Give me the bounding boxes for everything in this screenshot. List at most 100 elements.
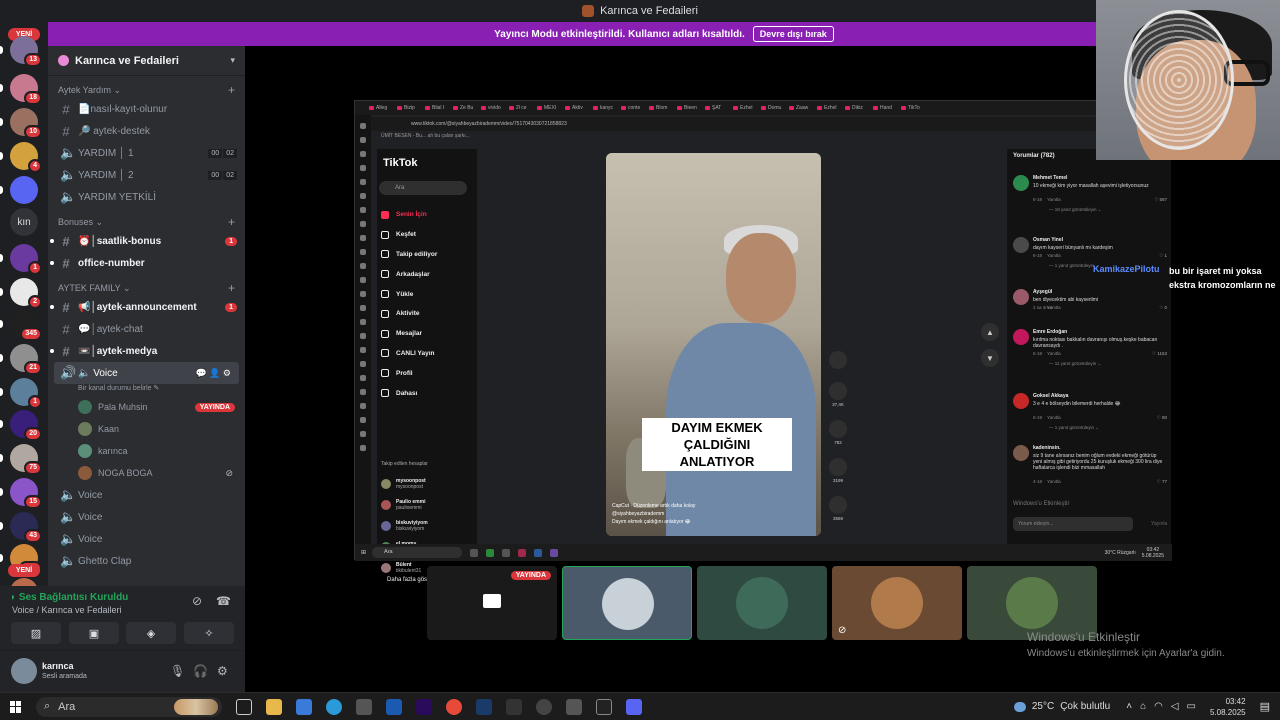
- voice-channel[interactable]: 🔈 YARDIM │ 2 00 02: [48, 164, 245, 186]
- voice-channel[interactable]: 🔈 Voice: [48, 528, 245, 550]
- microphone-icon[interactable]: 🎙: [170, 664, 185, 678]
- server-icon[interactable]: 21: [10, 344, 42, 375]
- nav-icon: [381, 329, 389, 338]
- server-icon[interactable]: 20: [10, 410, 42, 441]
- server-icon[interactable]: 1: [10, 244, 42, 275]
- outlook-icon[interactable]: [386, 698, 402, 715]
- voice-member[interactable]: Kaan: [48, 418, 245, 440]
- camera-button[interactable]: ▨: [11, 622, 61, 644]
- text-channel[interactable]: # office-number: [48, 252, 245, 274]
- server-icon[interactable]: [10, 176, 38, 204]
- guild-header[interactable]: Karınca ve Fedaileri ▾: [48, 46, 245, 76]
- voice-channel[interactable]: 🔈 Voice: [48, 484, 245, 506]
- copilot-icon[interactable]: [296, 698, 312, 715]
- text-channel[interactable]: # 🔎 aytek-destek: [48, 120, 245, 142]
- channel-category[interactable]: Bonuses ⌄ +: [48, 214, 245, 230]
- voice-location[interactable]: Voice / Karınca ve Fedaileri: [12, 605, 122, 615]
- channel-category[interactable]: AYTEK FAMILY ⌄ +: [48, 280, 245, 296]
- discord-icon[interactable]: [626, 698, 642, 715]
- notification-icon[interactable]: ▤: [1260, 700, 1270, 713]
- server-icon[interactable]: 345: [10, 310, 42, 341]
- server-icon[interactable]: 15: [10, 478, 42, 509]
- epic-games-icon[interactable]: [596, 698, 612, 715]
- server-icon[interactable]: 2: [10, 278, 42, 309]
- voice-member[interactable]: Pala Muhsin YAYINDA: [48, 396, 245, 418]
- tab-label: Domu: [768, 105, 782, 111]
- chevron-down-icon[interactable]: ▾: [230, 55, 235, 66]
- participant-tile[interactable]: [697, 566, 827, 640]
- battery-icon[interactable]: ▭: [1187, 701, 1196, 712]
- voice-channel[interactable]: 🔈 YARDIM │ 1 00 02: [48, 142, 245, 164]
- add-channel-icon[interactable]: +: [228, 215, 235, 229]
- browser-tab: conte: [621, 105, 645, 111]
- network-icon[interactable]: ⌂: [1140, 701, 1146, 712]
- activity-button[interactable]: ◈: [126, 622, 176, 644]
- server-icon[interactable]: 18: [10, 74, 42, 105]
- voice-member[interactable]: NOGA BOGA ⊘: [48, 462, 245, 484]
- server-icon[interactable]: kın: [10, 208, 38, 236]
- taskbar-clock[interactable]: 03:42 5.08.2025: [1210, 696, 1246, 718]
- participant-tile[interactable]: YAYINDA: [427, 566, 557, 640]
- windows-start-icon[interactable]: [10, 700, 22, 713]
- obs-icon[interactable]: [536, 698, 552, 715]
- steam-icon[interactable]: [476, 698, 492, 715]
- add-channel-icon[interactable]: +: [228, 281, 235, 295]
- shared-screen[interactable]: Alleg Bizip Bilal I Ze Bu vivido 2l ce MEXI Akt…: [354, 100, 1172, 583]
- text-channel[interactable]: # 📢│aytek-announcement 1: [48, 296, 245, 318]
- disconnect-icon[interactable]: ☎: [216, 594, 231, 608]
- participant-tile[interactable]: ⊘: [832, 566, 962, 640]
- active-voice-channel[interactable]: 🔊 🔈 Voice 💬 👤 ⚙: [54, 362, 239, 384]
- soundboard-button[interactable]: ✧: [184, 622, 234, 644]
- chevron-up-icon[interactable]: ˄: [1126, 701, 1132, 712]
- nav-label: Dahası: [396, 389, 418, 397]
- voice-channel[interactable]: 🔈 Voice: [48, 506, 245, 528]
- noise-suppression-icon[interactable]: ⊘: [192, 594, 202, 608]
- tab-favicon-icon: [873, 106, 878, 110]
- system-tray[interactable]: ˄ ⌂ ◠ ◁ ▭: [1126, 701, 1196, 712]
- server-icon[interactable]: 13: [10, 36, 42, 67]
- screen-share-button[interactable]: ▣: [69, 622, 119, 644]
- channel-category[interactable]: Aytek Yardım ⌄ +: [48, 82, 245, 98]
- taskbar-search[interactable]: ⌕ Ara: [36, 696, 222, 717]
- voice-channel[interactable]: 🔈 Ghetto Clap: [48, 550, 245, 572]
- disable-streamer-mode-button[interactable]: Devre dışı bırak: [752, 26, 834, 42]
- comment-date: 6-19: [1033, 415, 1043, 420]
- chrome-icon[interactable]: [446, 698, 462, 715]
- volume-icon[interactable]: ◁: [1171, 701, 1179, 712]
- comment-reply: Yanıtla: [1047, 351, 1061, 356]
- channel-name: Ghetto Clap: [78, 555, 132, 567]
- headphones-icon[interactable]: 🎧: [193, 664, 208, 678]
- gear-icon[interactable]: ⚙: [217, 664, 228, 678]
- server-icon[interactable]: 75: [10, 444, 42, 475]
- add-channel-icon[interactable]: +: [228, 83, 235, 97]
- edge-icon[interactable]: [326, 698, 342, 715]
- server-icon[interactable]: 10: [10, 108, 42, 139]
- premiere-icon[interactable]: [416, 698, 432, 715]
- comment-reply: Yanıtla: [1047, 479, 1061, 484]
- app-icon[interactable]: [566, 698, 582, 715]
- text-channel[interactable]: # 📄nasıl-kayıt-olunur: [48, 98, 245, 120]
- participant-tile[interactable]: [562, 566, 692, 640]
- voice-channel[interactable]: 🔈 YARDIM YETKİLİ: [48, 186, 245, 208]
- server-icon[interactable]: 43: [10, 512, 42, 543]
- voice-member[interactable]: karınca: [48, 440, 245, 462]
- wifi-icon[interactable]: ◠: [1154, 701, 1163, 712]
- mention-badge: 1: [225, 236, 237, 246]
- file-explorer-icon[interactable]: [266, 698, 282, 715]
- unread-indicator: [0, 288, 3, 296]
- text-channel[interactable]: # ⏰│saatlik-bonus 1: [48, 230, 245, 252]
- text-channel[interactable]: # 💬│aytek-chat: [48, 318, 245, 340]
- capcut-icon[interactable]: [506, 698, 522, 715]
- task-view-icon[interactable]: [236, 698, 252, 715]
- voice-channel-status[interactable]: Bir kanal durumu belirle ✎: [48, 384, 245, 396]
- comment-likes: ♡ 80: [1156, 415, 1167, 420]
- store-icon[interactable]: [356, 698, 372, 715]
- tiktok-nav-item: CANLI Yayın: [381, 344, 477, 364]
- text-channel[interactable]: # 📼│aytek-medya: [48, 340, 245, 362]
- taskbar-weather[interactable]: 25°C Çok bulutlu: [1013, 701, 1110, 712]
- avatar[interactable]: [11, 658, 37, 684]
- new-badge-bottom: YENİ: [8, 564, 40, 577]
- server-icon[interactable]: 1: [10, 378, 42, 409]
- server-icon[interactable]: 4: [10, 142, 42, 173]
- participant-tile[interactable]: [967, 566, 1097, 640]
